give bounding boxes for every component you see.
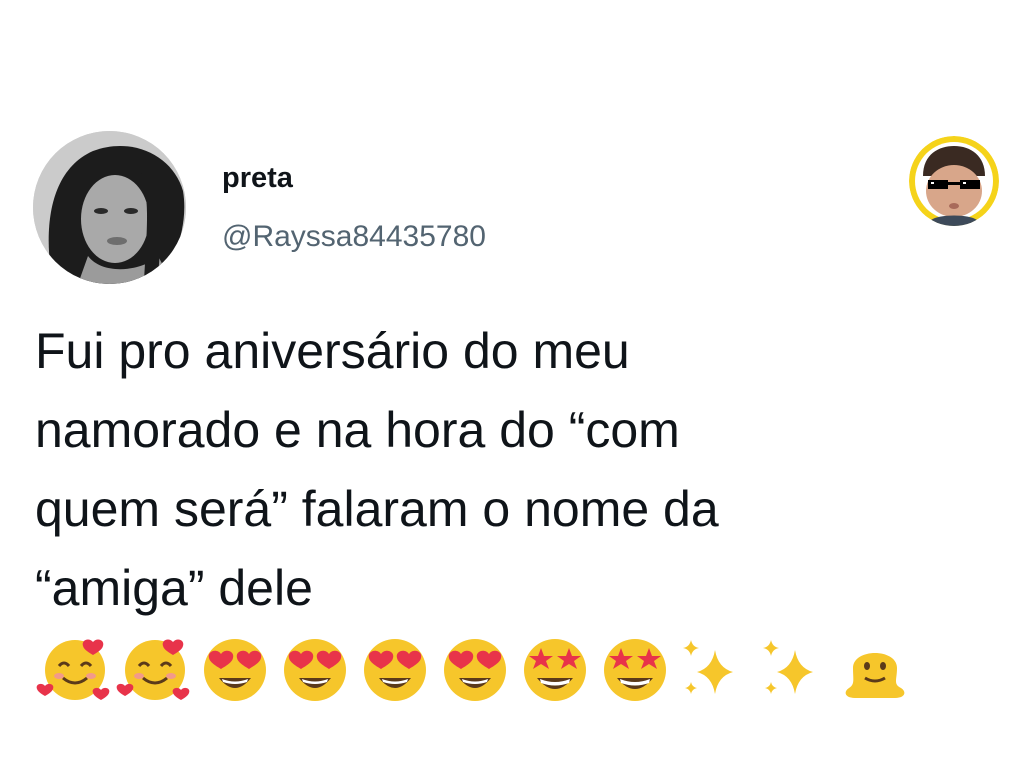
heart-eyes-icon (364, 639, 426, 701)
smiling-face-with-hearts-icon (36, 639, 110, 700)
profile-avatar[interactable] (33, 131, 186, 284)
user-handle[interactable]: @Rayssa84435780 (222, 220, 486, 254)
heart-eyes-icon (204, 639, 266, 701)
viewer-avatar[interactable] (909, 136, 999, 226)
star-struck-icon (524, 639, 586, 701)
tweet-card: preta @Rayssa84435780 Fui pro aniversári… (0, 0, 1024, 758)
display-name[interactable]: preta (222, 162, 293, 195)
tweet-text: Fui pro aniversário do meu namorado e na… (35, 323, 719, 616)
sparkles-icon (683, 640, 733, 694)
sparkles-icon (763, 640, 813, 694)
emoji-row (35, 628, 915, 708)
heart-eyes-icon (444, 639, 506, 701)
heart-eyes-icon (284, 639, 346, 701)
smiling-face-with-hearts-icon (116, 639, 190, 700)
melting-face-icon (845, 653, 905, 698)
star-struck-icon (604, 639, 666, 701)
